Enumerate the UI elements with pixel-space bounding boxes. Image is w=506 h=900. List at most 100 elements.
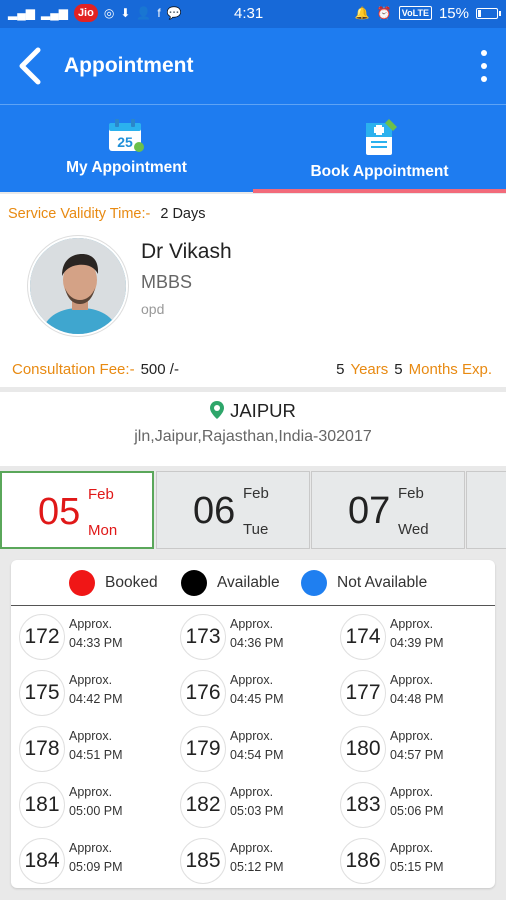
date-weekday: Tue — [243, 521, 269, 538]
date-weekday: Wed — [398, 521, 429, 538]
date-day: 05 — [38, 491, 81, 533]
slot-time: 04:54 PM — [230, 748, 284, 762]
location-pin-icon — [210, 401, 225, 419]
book-appointment-icon — [363, 117, 399, 157]
slot-number: 179 — [180, 726, 226, 772]
slot-approx-label: Approx. — [230, 729, 274, 743]
time-slot[interactable]: 180 Approx. 04:57 PM — [334, 722, 494, 774]
time-slot[interactable]: 176 Approx. 04:45 PM — [174, 666, 334, 718]
tab-bar: 25 My Appointment Book Appointment — [0, 104, 506, 193]
slot-approx-label: Approx. — [69, 729, 113, 743]
slot-approx-label: Approx. — [390, 673, 434, 687]
tab-book-appointment-label: Book Appointment — [310, 163, 449, 180]
more-menu-icon[interactable] — [478, 50, 490, 82]
validity-row: Service Validity Time:- 2 Days — [8, 206, 206, 222]
doctor-card: Service Validity Time:- 2 Days Dr Vikash … — [0, 194, 506, 387]
consultation-fee-row: Consultation Fee:- 500 /- — [12, 361, 179, 378]
not-available-dot-icon — [301, 570, 327, 596]
legend-available-label: Available — [217, 574, 280, 591]
time-slot[interactable]: 178 Approx. 04:51 PM — [13, 722, 173, 774]
slot-approx-label: Approx. — [69, 841, 113, 855]
signal-icon: ▂▄▆ — [8, 6, 35, 20]
svg-text:25: 25 — [117, 134, 133, 150]
tab-my-appointment[interactable]: 25 My Appointment — [0, 105, 253, 193]
time-slot[interactable]: 186 Approx. 05:15 PM — [334, 834, 494, 886]
alarm-icon: ⏰ — [376, 6, 392, 20]
slot-time: 05:15 PM — [390, 860, 444, 874]
clock: 4:31 — [234, 5, 264, 22]
slot-approx-label: Approx. — [390, 785, 434, 799]
validity-label: Service Validity Time:- — [8, 206, 151, 222]
doctor-degree: MBBS — [141, 272, 193, 292]
time-slot[interactable]: 184 Approx. 05:09 PM — [13, 834, 173, 886]
slot-approx-label: Approx. — [69, 785, 113, 799]
available-dot-icon — [181, 570, 207, 596]
location-city-row: JAIPUR — [0, 400, 506, 422]
slot-time: 04:36 PM — [230, 636, 284, 650]
slot-time: 05:06 PM — [390, 804, 444, 818]
time-slot[interactable]: 182 Approx. 05:03 PM — [174, 778, 334, 830]
slot-time: 04:48 PM — [390, 692, 444, 706]
tab-my-appointment-label: My Appointment — [66, 159, 187, 176]
slot-time: 05:00 PM — [69, 804, 123, 818]
slot-legend: Booked Available Not Available — [11, 560, 495, 606]
time-slot[interactable]: 172 Approx. 04:33 PM — [13, 610, 173, 662]
doctor-name: Dr Vikash — [141, 240, 232, 263]
time-slot[interactable]: 175 Approx. 04:42 PM — [13, 666, 173, 718]
calendar-icon: 25 — [108, 119, 144, 153]
slot-number: 182 — [180, 782, 226, 828]
slot-time: 04:45 PM — [230, 692, 284, 706]
date-cell-partial[interactable] — [466, 471, 506, 549]
time-slot[interactable]: 174 Approx. 04:39 PM — [334, 610, 494, 662]
exp-years-label: Years — [350, 361, 389, 378]
time-slot[interactable]: 177 Approx. 04:48 PM — [334, 666, 494, 718]
time-slot[interactable]: 173 Approx. 04:36 PM — [174, 610, 334, 662]
slot-approx-label: Approx. — [390, 617, 434, 631]
slot-number: 172 — [19, 614, 65, 660]
slot-approx-label: Approx. — [230, 617, 274, 631]
slot-time: 05:03 PM — [230, 804, 284, 818]
status-bar: ▂▄▆ ▂▄▆ Jio ◎ ⬇ 👤 f 💬 4:31 🔔 ⏰ VoLTE 15% — [0, 0, 506, 28]
download-icon: ⬇ — [120, 6, 131, 20]
slots-card: Booked Available Not Available 172 Approx… — [11, 560, 495, 888]
slot-approx-label: Approx. — [230, 673, 274, 687]
legend-available: Available — [181, 570, 280, 596]
time-slot[interactable]: 185 Approx. 05:12 PM — [174, 834, 334, 886]
date-month: Feb — [88, 486, 114, 503]
slot-approx-label: Approx. — [390, 729, 434, 743]
slot-number: 178 — [19, 726, 65, 772]
battery-icon — [476, 7, 501, 19]
back-arrow-icon[interactable] — [14, 46, 48, 86]
time-slot[interactable]: 179 Approx. 04:54 PM — [174, 722, 334, 774]
slot-number: 181 — [19, 782, 65, 828]
booked-dot-icon — [69, 570, 95, 596]
date-cell[interactable]: 07 Feb Wed — [311, 471, 465, 549]
fee-label: Consultation Fee:- — [12, 361, 135, 378]
date-selector: 05 Feb Mon 06 Feb Tue 07 Feb Wed — [0, 471, 506, 549]
experience-row: 5 Years 5 Months Exp. — [330, 361, 492, 378]
slot-number: 174 — [340, 614, 386, 660]
date-month: Feb — [398, 485, 424, 502]
time-slot[interactable]: 181 Approx. 05:00 PM — [13, 778, 173, 830]
slot-time: 05:09 PM — [69, 860, 123, 874]
date-day: 06 — [193, 490, 236, 532]
time-slot[interactable]: 183 Approx. 05:06 PM — [334, 778, 494, 830]
battery-percent: 15% — [438, 4, 469, 22]
exp-months-label: Months — [408, 361, 458, 378]
mute-icon: 🔔 — [354, 6, 370, 20]
slot-number: 180 — [340, 726, 386, 772]
carrier-badge: Jio — [73, 4, 98, 22]
slot-time: 04:42 PM — [69, 692, 123, 706]
signal-icon-2: ▂▄▆ — [40, 6, 68, 20]
tab-book-appointment[interactable]: Book Appointment — [253, 105, 506, 193]
legend-not-available: Not Available — [301, 570, 427, 596]
date-cell[interactable]: 05 Feb Mon — [0, 471, 154, 549]
slot-time: 04:57 PM — [390, 748, 444, 762]
slot-number: 185 — [180, 838, 226, 884]
fee-value: 500 /- — [140, 361, 179, 378]
date-cell[interactable]: 06 Feb Tue — [156, 471, 310, 549]
location-city: JAIPUR — [230, 400, 296, 421]
slot-time: 04:33 PM — [69, 636, 123, 650]
validity-value: 2 Days — [160, 206, 206, 222]
date-day: 07 — [348, 490, 391, 532]
